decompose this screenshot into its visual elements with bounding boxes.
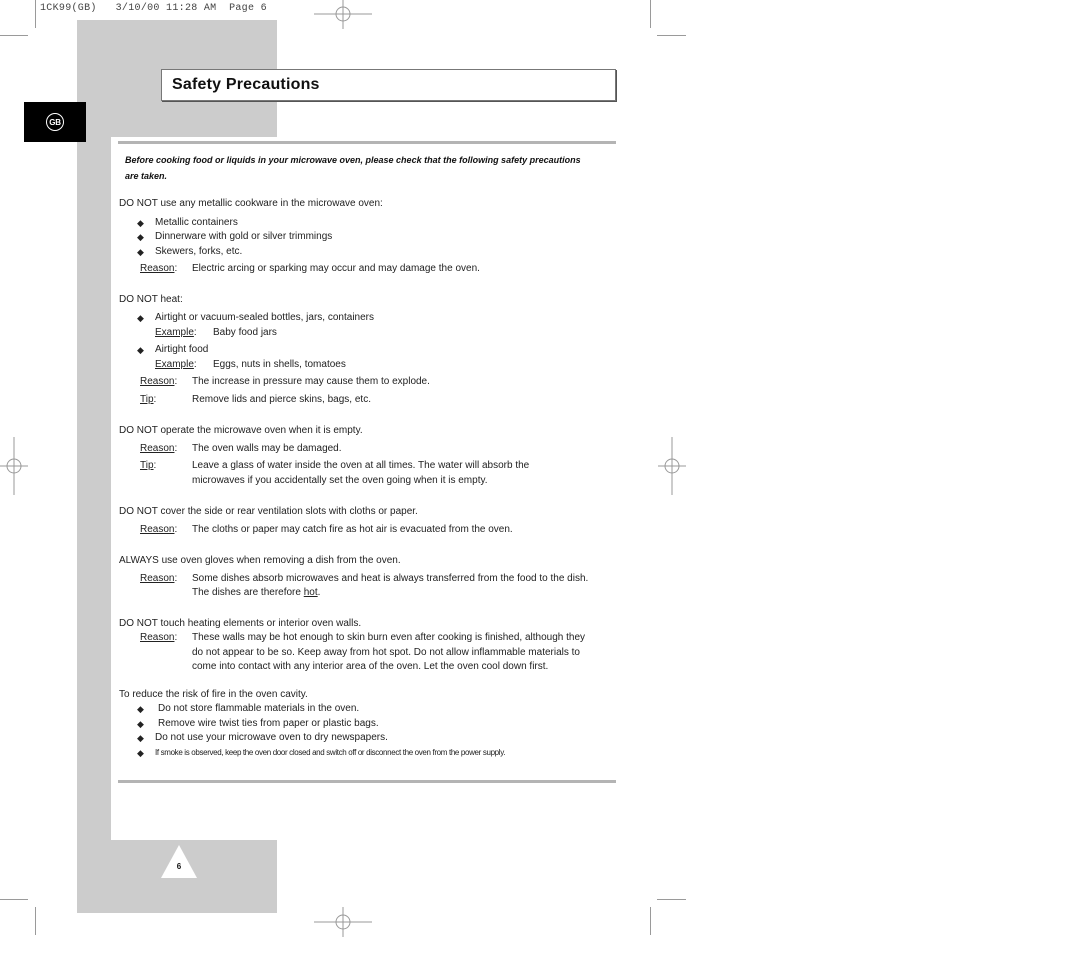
- list-item: ◆ Skewers, forks, etc.: [137, 245, 619, 260]
- crop-mark: [657, 35, 686, 36]
- tip-note: Tip: Leave a glass of water inside the ov…: [140, 460, 530, 486]
- slug-code: 1CK99(GB): [40, 3, 97, 14]
- registration-mark-right: [658, 437, 686, 495]
- title-box: Safety Precautions: [161, 69, 616, 101]
- diamond-bullet-icon: ◆: [137, 733, 144, 743]
- section-ventilation: DO NOT cover the side or rear ventilatio…: [119, 505, 619, 537]
- print-slug: 1CK99(GB) 3/10/00 11:28 AM Page 6: [40, 3, 267, 14]
- list-item: ◆ Do not use your microwave oven to dry n…: [137, 731, 619, 746]
- section-heating-elements: DO NOT touch heating elements or interio…: [119, 617, 619, 675]
- diamond-bullet-icon: ◆: [137, 232, 144, 242]
- diamond-bullet-icon: ◆: [137, 747, 144, 758]
- diamond-bullet-icon: ◆: [137, 246, 144, 257]
- list-item: ◆ Do not store flammable materials in the…: [137, 702, 619, 717]
- reason-note: Reason: The increase in pressure may caus…: [140, 376, 430, 387]
- language-tab: GB: [24, 102, 86, 142]
- list-item: ◆ If smoke is observed, keep the oven doo…: [137, 746, 619, 761]
- diamond-bullet-icon: ◆: [137, 217, 144, 228]
- slug-time: 11:28 AM: [166, 3, 217, 14]
- registration-mark-left: [0, 437, 28, 495]
- list-item: ◆ Remove wire twist ties from paper or pl…: [137, 717, 619, 732]
- divider-top: [118, 141, 616, 144]
- diamond-bullet-icon: ◆: [137, 718, 144, 729]
- section-heading: DO NOT cover the side or rear ventilatio…: [119, 506, 418, 517]
- crop-mark: [35, 0, 36, 28]
- reason-note: Reason: The cloths or paper may catch fir…: [140, 523, 513, 535]
- intro-text: Before cooking food or liquids in your m…: [125, 155, 581, 181]
- crop-mark: [657, 899, 686, 900]
- crop-mark: [650, 907, 651, 935]
- crop-mark: [0, 35, 28, 36]
- reason-note: Reason: Some dishes absorb microwaves and…: [140, 572, 589, 599]
- page-number: 6: [176, 862, 182, 871]
- divider-bottom: [118, 780, 616, 783]
- page-title: Safety Precautions: [172, 76, 320, 93]
- diamond-bullet-icon: ◆: [137, 345, 144, 355]
- example-note: Example: Baby food jars: [155, 326, 277, 338]
- example-note: Example: Eggs, nuts in shells, tomatoes: [155, 358, 346, 370]
- section-heading: DO NOT touch heating elements or interio…: [119, 617, 362, 629]
- crop-mark: [35, 907, 36, 935]
- language-badge: GB: [46, 113, 64, 131]
- section-heading: DO NOT use any metallic cookware in the …: [119, 198, 383, 209]
- tip-note: Tip: Remove lids and pierce skins, bags, …: [140, 393, 371, 405]
- section-heading: ALWAYS use oven gloves when removing a d…: [119, 555, 401, 566]
- precautions-content: DO NOT use any metallic cookware in the …: [119, 197, 619, 760]
- list-item: ◆ Airtight or vacuum-sealed bottles, jars…: [137, 311, 619, 326]
- diamond-bullet-icon: ◆: [137, 704, 144, 714]
- reason-note: Reason: Electric arcing or sparking may o…: [140, 263, 480, 274]
- diamond-bullet-icon: ◆: [137, 313, 144, 323]
- slug-page: Page 6: [229, 3, 267, 14]
- registration-mark-bottom: [314, 907, 372, 937]
- section-heading: To reduce the risk of fire in the oven c…: [119, 688, 308, 700]
- section-oven-gloves: ALWAYS use oven gloves when removing a d…: [119, 554, 619, 601]
- section-metallic: DO NOT use any metallic cookware in the …: [119, 197, 619, 277]
- registration-mark-top: [314, 0, 372, 29]
- crop-mark: [650, 0, 651, 28]
- reason-note: Reason: The oven walls may be damaged.: [140, 442, 342, 454]
- crop-mark: [0, 899, 28, 900]
- list-item: ◆ Airtight food: [137, 343, 619, 358]
- slug-date: 3/10/00: [115, 3, 160, 14]
- section-fire-risk: To reduce the risk of fire in the oven c…: [119, 688, 619, 761]
- list-item: ◆ Metallic containers: [137, 216, 619, 231]
- reason-note: Reason: These walls may be hot enough to …: [140, 632, 586, 672]
- section-do-not-heat: DO NOT heat: ◆ Airtight or vacuum-sealed …: [119, 293, 619, 408]
- list-item: ◆ Dinnerware with gold or silver trimming…: [137, 230, 619, 245]
- section-empty-oven: DO NOT operate the microwave oven when i…: [119, 424, 619, 488]
- gray-panel-left: [77, 20, 111, 913]
- section-heading: DO NOT heat:: [119, 293, 183, 305]
- section-heading: DO NOT operate the microwave oven when i…: [119, 425, 363, 436]
